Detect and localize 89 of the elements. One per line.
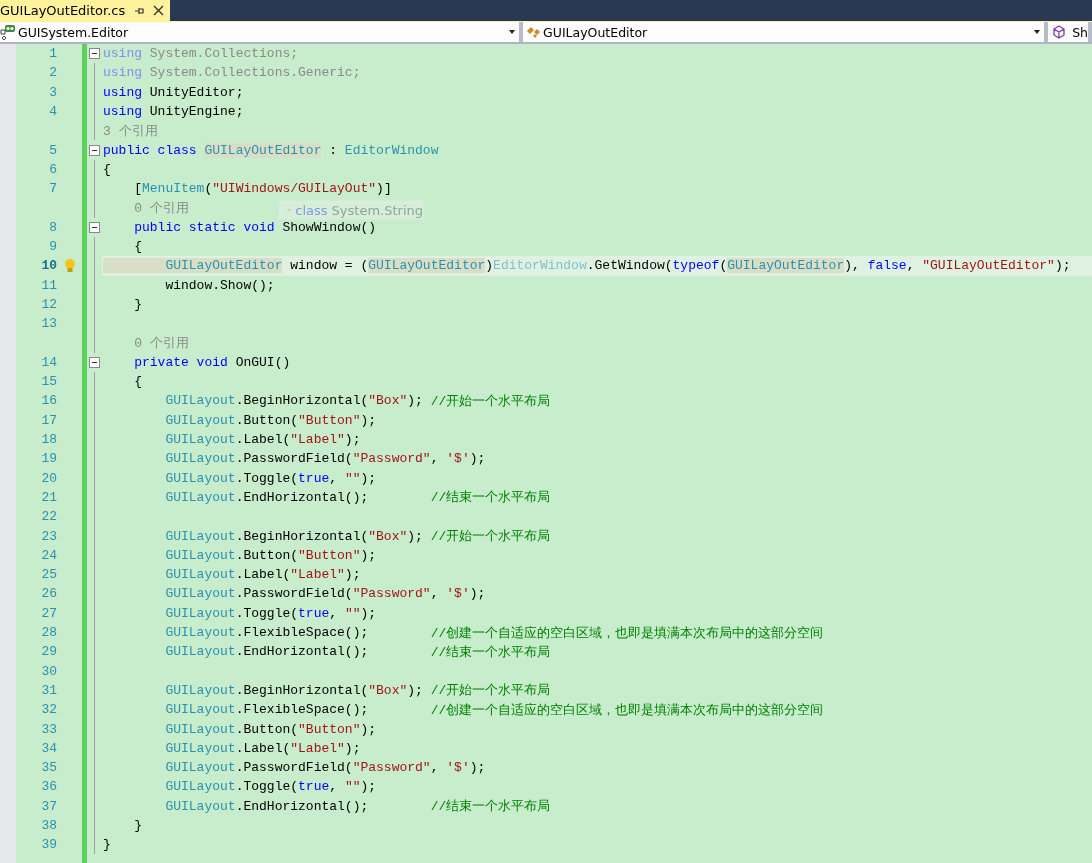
line-number: 32 (40, 702, 57, 718)
cube-icon (1052, 25, 1067, 39)
tooltip: class System.String (278, 200, 424, 220)
code-line: public static void ShowWindow() (133, 218, 378, 237)
line-number: 15 (40, 374, 57, 390)
navigation-dropdown[interactable]: Sh (1048, 22, 1092, 42)
line-number: 3 (48, 84, 57, 100)
line-number: 38 (40, 818, 57, 833)
line-number: 26 (40, 586, 57, 602)
code-line: public class GUILayOutEditor : EditorWindow (102, 141, 440, 160)
line-number: 28 (40, 625, 57, 641)
navigation-dropdown[interactable]: GUISystem.Editor (0, 22, 524, 42)
line-number: 29 (40, 644, 57, 660)
code-line: { (133, 238, 143, 257)
line-number: 21 (40, 489, 57, 505)
line-number: 39 (40, 837, 57, 853)
navigation-dropdown[interactable]: GUILayOutEditor (523, 22, 1049, 42)
file-tab[interactable]: GUILayOutEditor.cs (0, 0, 171, 21)
namespace-icon (0, 24, 16, 40)
code-line: using UnityEditor; (102, 83, 245, 102)
line-number: 25 (40, 567, 57, 583)
code-line: GUILayout.EndHorizontal(); //结束一个水平布局 (164, 797, 552, 816)
code-line: using UnityEngine; (102, 103, 245, 122)
code-line: GUILayout.FlexibleSpace(); //创建一个自适应的空白区域，也即是填满本次布局中的这部分空间 (164, 624, 825, 643)
line-number: 12 (40, 297, 57, 312)
line-number: 33 (40, 721, 57, 737)
code-line: private void OnGUI() (133, 353, 292, 372)
code-line: } (133, 817, 143, 835)
line-number: 31 (40, 682, 57, 698)
line-number: 8 (48, 219, 57, 235)
line-number: 5 (48, 142, 57, 158)
code-line: GUILayout.Button("Button"); (164, 720, 378, 739)
line-number: 7 (48, 181, 57, 197)
code-line: GUILayout.EndHorizontal(); //结束一个水平布局 (164, 643, 552, 662)
line-number: 9 (48, 239, 57, 255)
line-number: 37 (40, 798, 57, 814)
line-number: 35 (40, 760, 57, 776)
code-line: { (102, 160, 112, 179)
code-line: GUILayout.PasswordField("Password", '$'); (164, 450, 487, 469)
code-line: GUILayout.BeginHorizontal("Box"); //开始一个水平布局 (164, 527, 552, 546)
line-number: 18 (40, 432, 57, 448)
collapse-icon[interactable] (89, 356, 100, 368)
line-number: 23 (40, 528, 57, 544)
caret-icon (1034, 30, 1041, 34)
close-icon[interactable] (153, 5, 165, 16)
line-number: 4 (48, 104, 57, 120)
code-line: GUILayout.FlexibleSpace(); //创建一个自适应的空白区域，也即是填满本次布局中的这部分空间 (164, 701, 825, 720)
line-number: 6 (48, 161, 57, 177)
class-icon (525, 24, 542, 40)
line-number: 30 (40, 663, 57, 679)
code-line: GUILayout.BeginHorizontal("Box"); //开始一个水平布局 (164, 681, 552, 701)
code-line: GUILayout.Toggle(true, ""); (164, 778, 378, 797)
code-line: using System.Collections.Generic; (102, 64, 362, 83)
line-number: 10 (40, 258, 57, 274)
code-line: GUILayout.BeginHorizontal("Box"); //开始一个水平布局 (164, 392, 552, 411)
code-line: } (133, 296, 143, 314)
code-line: GUILayout.Toggle(true, ""); (164, 469, 378, 488)
code-line: GUILayout.EndHorizontal(); //结束一个水平布局 (164, 488, 552, 508)
code-line: GUILayout.PasswordField("Password", '$'); (164, 585, 487, 604)
line-number: 16 (40, 393, 57, 409)
line-number: 13 (40, 316, 57, 332)
line-number: 11 (40, 277, 57, 293)
code-line: GUILayout.Label("Label"); (164, 431, 362, 450)
code-line: GUILayout.Toggle(true, ""); (164, 604, 378, 623)
code-line: { (133, 373, 143, 392)
line-number: 14 (40, 354, 57, 370)
code-line: [MenuItem("UIWindows/GUILayOut")] (133, 180, 393, 199)
code-line: using System.Collections; (102, 45, 300, 64)
caret-icon (509, 30, 516, 34)
line-number: 17 (40, 412, 57, 428)
line-number: 19 (40, 451, 57, 467)
code-line: GUILayout.PasswordField("Password", '$'); (164, 759, 487, 778)
line-number: 20 (40, 470, 57, 486)
collapse-icon[interactable] (89, 221, 100, 233)
line-number: 34 (40, 740, 57, 756)
code-line: } (102, 836, 112, 855)
line-number: 24 (40, 547, 57, 563)
code-line: GUILayout.Button("Button"); (164, 411, 378, 430)
collapse-icon[interactable] (89, 48, 100, 60)
code-line: GUILayout.Button("Button"); (164, 546, 378, 565)
line-number: 27 (40, 605, 57, 621)
code-line: GUILayout.Label("Label"); (164, 739, 362, 758)
code-line: window.Show(); (164, 276, 276, 295)
line-number: 2 (48, 65, 57, 81)
line-number: 1 (48, 46, 57, 62)
collapse-icon[interactable] (89, 144, 100, 156)
line-number: 36 (40, 779, 57, 795)
line-number: 22 (40, 509, 57, 525)
code-line: GUILayout.Label("Label"); (164, 566, 362, 585)
